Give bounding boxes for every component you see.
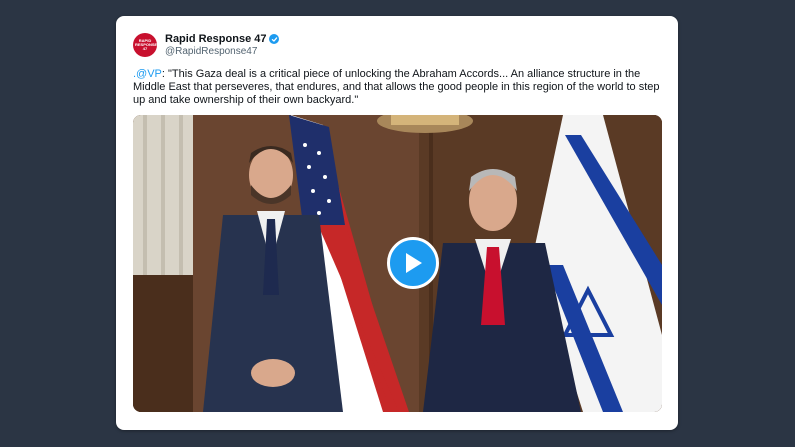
avatar-logo-text: RAPID RESPONSE 47 [135,38,157,51]
tweet-card[interactable]: RAPID RESPONSE 47 Rapid Response 47 @Rap… [116,16,678,430]
play-button[interactable] [387,237,439,289]
video-player[interactable] [133,115,662,412]
play-icon [406,253,422,273]
verified-badge-icon [269,34,280,44]
avatar[interactable]: RAPID RESPONSE 47 [133,33,157,57]
author-name[interactable]: Rapid Response 47 [165,33,266,45]
author-handle[interactable]: @RapidResponse47 [165,46,257,57]
author-name-row[interactable]: Rapid Response 47 [165,33,280,45]
tweet-body: : "This Gaza deal is a critical piece of… [133,68,660,106]
tweet-text: .@VP: "This Gaza deal is a critical piec… [133,68,663,107]
mention-link[interactable]: .@VP [133,68,162,80]
